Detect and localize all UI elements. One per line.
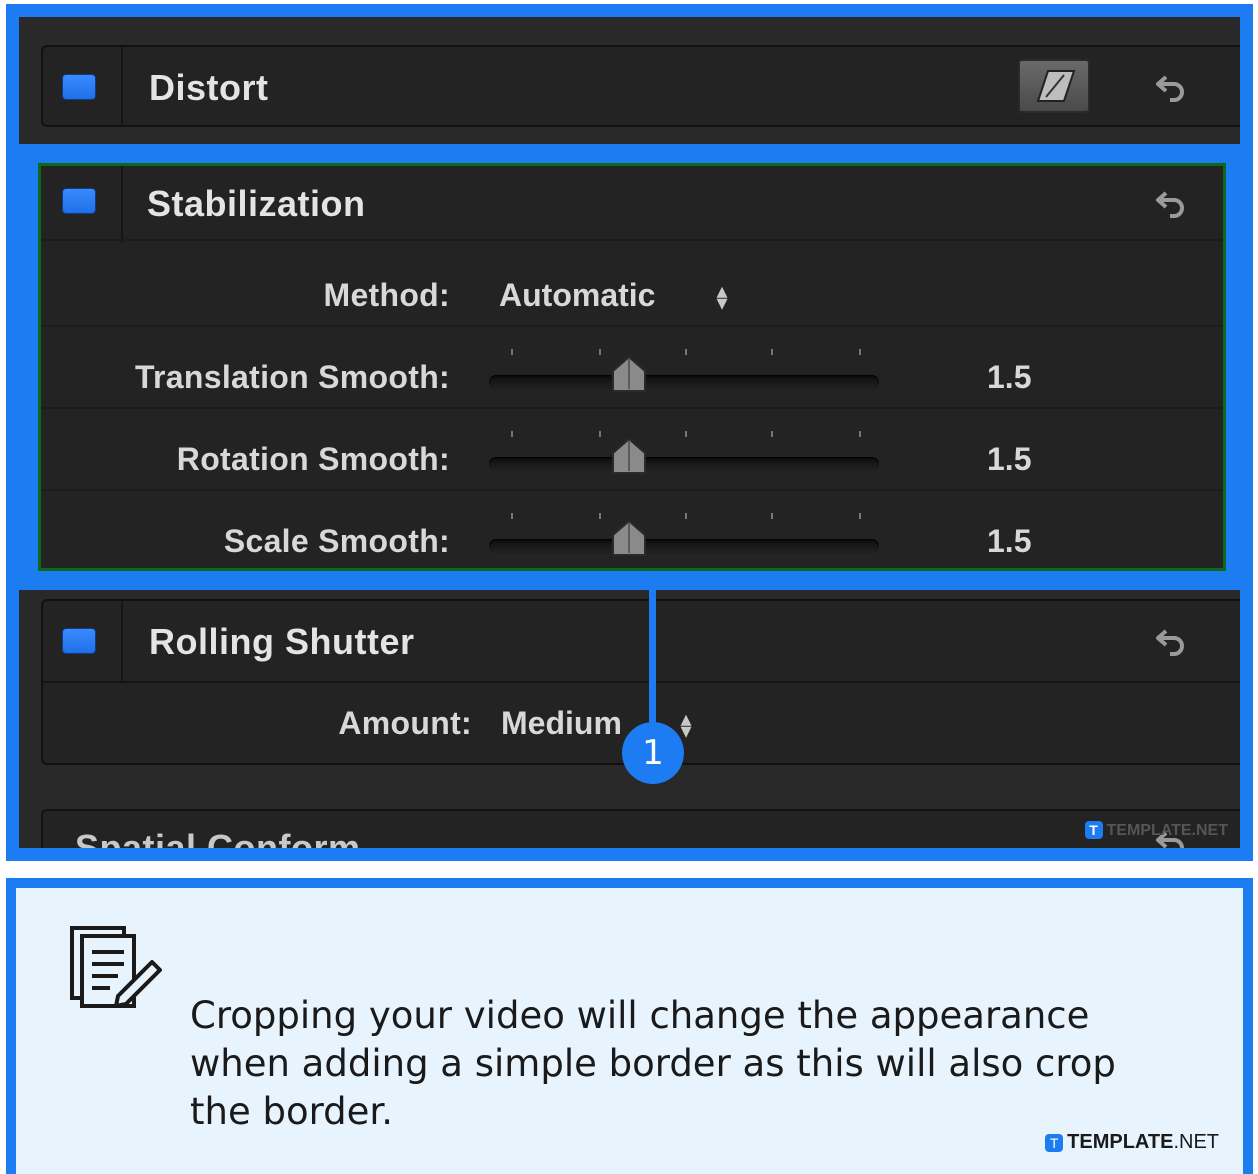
reset-arrow-icon[interactable] (1154, 71, 1188, 105)
watermark: T TEMPLATE.NET (1045, 1131, 1219, 1154)
notes-pencil-icon (70, 926, 162, 1008)
screenshot-frame: Distort Stabilization Method: Automatic … (6, 4, 1253, 861)
rolling-shutter-header[interactable]: Rolling Shutter (43, 601, 1240, 681)
distort-section: Distort (41, 45, 1240, 127)
watermark-brand: TEMPLATE (1067, 1131, 1174, 1153)
rolling-shutter-title: Rolling Shutter (149, 621, 415, 662)
note-box: Cropping your video will change the appe… (6, 878, 1253, 1174)
distort-enable-checkbox[interactable] (63, 75, 95, 99)
divider (121, 601, 123, 681)
amount-popup[interactable]: Medium (501, 705, 622, 742)
watermark-small-text: TEMPLATE.NET (1106, 822, 1228, 839)
amount-label: Amount: (338, 705, 472, 741)
spatial-conform-title: Spatial Conform (75, 827, 361, 861)
parallelogram-icon (1036, 70, 1076, 102)
watermark-small: T TEMPLATE.NET (1084, 821, 1228, 840)
stabilization-highlight (19, 144, 1240, 590)
callout-connector (649, 590, 656, 722)
popup-arrows-icon[interactable]: ▴ ▾ (679, 708, 693, 742)
rolling-shutter-enable-checkbox[interactable] (63, 629, 95, 653)
reset-arrow-icon[interactable] (1154, 625, 1188, 659)
template-logo-icon: T (1084, 821, 1103, 839)
template-logo-icon: T (1045, 1134, 1064, 1152)
spatial-conform-section: Spatial Conform (41, 809, 1240, 861)
watermark-suffix: .NET (1173, 1131, 1219, 1153)
note-text: Cropping your video will change the appe… (190, 994, 1116, 1133)
step-number-badge: 1 (622, 722, 684, 784)
distort-onscreen-control-button[interactable] (1018, 59, 1090, 113)
distort-title: Distort (149, 67, 269, 108)
inspector-panel: Distort Stabilization Method: Automatic … (19, 17, 1240, 848)
divider (43, 681, 1240, 683)
divider (121, 47, 123, 127)
distort-header[interactable]: Distort (43, 47, 1240, 127)
